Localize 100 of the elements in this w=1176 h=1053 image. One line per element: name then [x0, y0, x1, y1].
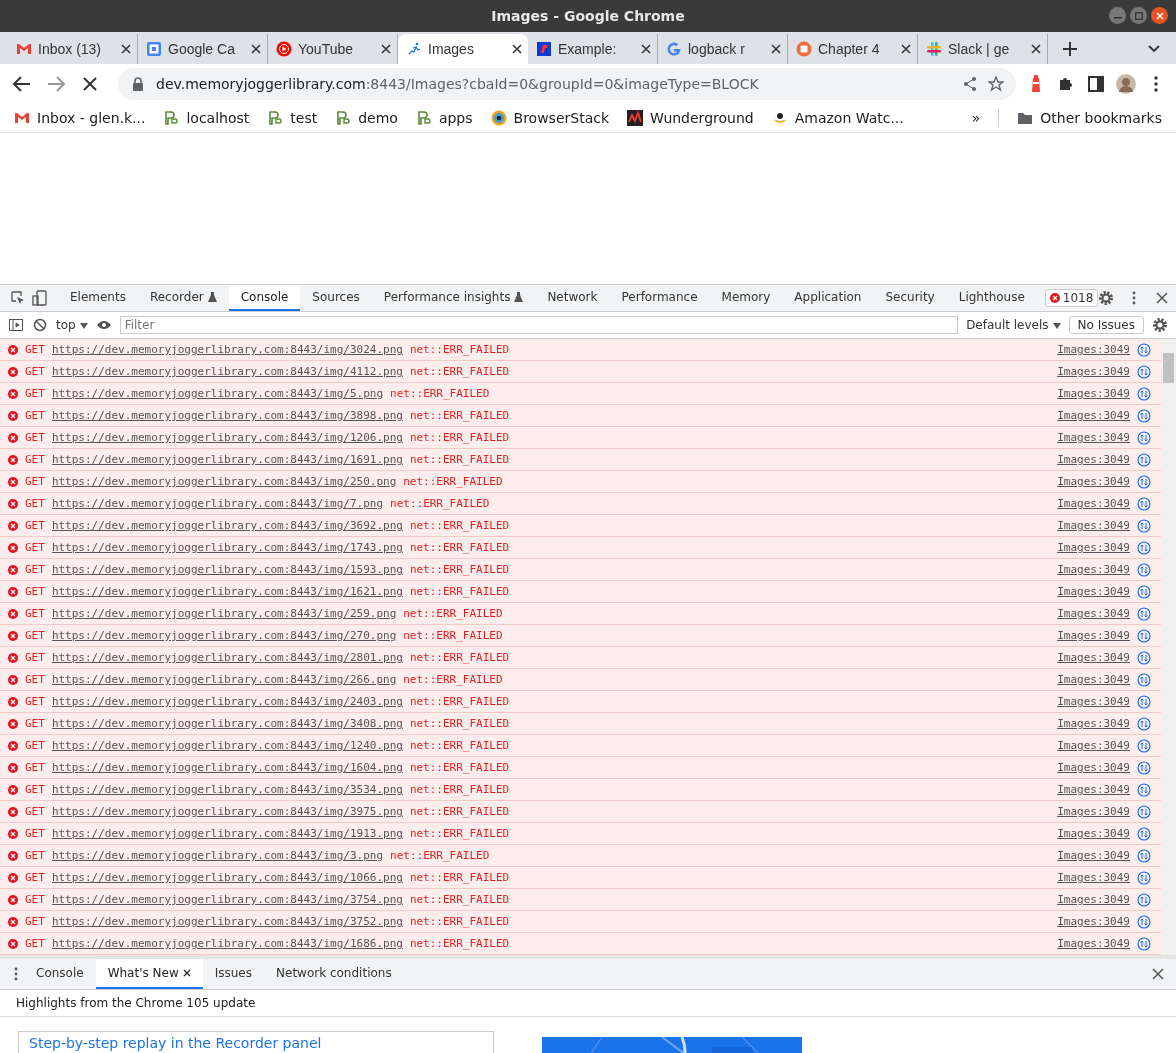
network-request-icon[interactable] [1137, 870, 1151, 885]
request-url[interactable]: https://dev.memoryjoggerlibrary.com:8443/img/3534.png [51, 783, 403, 796]
bookmark[interactable]: Wunderground [627, 110, 754, 126]
network-request-icon[interactable] [1137, 430, 1151, 445]
inspect-icon[interactable] [10, 290, 26, 306]
network-request-icon[interactable] [1137, 672, 1151, 687]
bookmark[interactable]: BrowserStack [490, 110, 610, 126]
source-link[interactable]: Images:3049 [1057, 563, 1130, 576]
maximize-icon[interactable] [1134, 11, 1143, 20]
bookmark-label[interactable]: apps [438, 110, 473, 126]
request-url[interactable]: https://dev.memoryjoggerlibrary.com:8443/img/3692.png [51, 519, 403, 532]
drawer-tab[interactable]: Issues [202, 959, 264, 989]
bookmark-label[interactable]: BrowserStack [513, 110, 610, 126]
devtools-tab[interactable]: Lighthouse [946, 285, 1037, 311]
browser-tab[interactable]: Slack | ge [918, 34, 1048, 64]
request-url[interactable]: https://dev.memoryjoggerlibrary.com:8443/img/1604.png [51, 761, 403, 774]
request-url[interactable]: https://dev.memoryjoggerlibrary.com:8443/img/3752.png [51, 915, 403, 928]
source-link[interactable]: Images:3049 [1057, 695, 1130, 708]
network-request-icon[interactable] [1137, 628, 1151, 643]
request-url[interactable]: https://dev.memoryjoggerlibrary.com:8443/img/4112.png [51, 365, 403, 378]
devtools-tab[interactable]: Performance insights [371, 285, 536, 311]
devtools-tab[interactable]: Console [228, 285, 301, 311]
request-url[interactable]: https://dev.memoryjoggerlibrary.com:8443/img/3754.png [51, 893, 403, 906]
bookmark[interactable]: apps [415, 110, 473, 126]
source-link[interactable]: Images:3049 [1057, 827, 1130, 840]
source-link[interactable]: Images:3049 [1057, 761, 1130, 774]
source-link[interactable]: Images:3049 [1057, 431, 1130, 444]
source-link[interactable]: Images:3049 [1057, 629, 1130, 642]
address-bar[interactable]: dev.memoryjoggerlibrary.com:8443/Images?cbaId=0&groupId=0&imageType=BLOCK [118, 68, 1016, 100]
close-icon[interactable] [251, 44, 261, 54]
network-request-icon[interactable] [1137, 936, 1151, 951]
bookmark[interactable]: localhost [163, 110, 250, 126]
network-request-icon[interactable] [1137, 804, 1151, 819]
settings-icon[interactable] [1152, 317, 1168, 333]
devtools-tab[interactable]: Sources [300, 285, 372, 311]
request-url[interactable]: https://dev.memoryjoggerlibrary.com:8443/img/1593.png [51, 563, 403, 576]
network-request-icon[interactable] [1137, 474, 1151, 489]
source-link[interactable]: Images:3049 [1057, 673, 1130, 686]
other-bookmarks-label[interactable]: Other bookmarks [1040, 110, 1162, 126]
network-request-icon[interactable] [1137, 364, 1151, 379]
request-url[interactable]: https://dev.memoryjoggerlibrary.com:8443/img/2403.png [51, 695, 403, 708]
browser-tab[interactable]: YouTube [268, 34, 398, 64]
source-link[interactable]: Images:3049 [1057, 871, 1130, 884]
levels-dropdown[interactable]: Default levels [966, 318, 1061, 332]
request-url[interactable]: https://dev.memoryjoggerlibrary.com:8443/img/270.png [51, 629, 397, 642]
bookmark[interactable]: Amazon Watc... [771, 110, 904, 126]
network-request-icon[interactable] [1137, 826, 1151, 841]
close-icon[interactable] [1154, 290, 1171, 306]
close-icon[interactable] [771, 44, 781, 54]
devtools-tab[interactable]: Security [873, 285, 947, 311]
scrollbar[interactable] [1161, 339, 1176, 955]
source-link[interactable]: Images:3049 [1057, 387, 1130, 400]
network-request-icon[interactable] [1137, 738, 1151, 753]
source-link[interactable]: Images:3049 [1057, 475, 1130, 488]
close-icon[interactable] [901, 44, 911, 54]
devtools-tab[interactable]: Network [535, 285, 610, 311]
devtools-tab[interactable]: Memory [709, 285, 783, 311]
chevron-icon[interactable] [1148, 45, 1160, 53]
network-request-icon[interactable] [1137, 914, 1151, 929]
avatar-icon[interactable] [1116, 74, 1136, 94]
context-dropdown[interactable]: top [56, 318, 88, 332]
request-url[interactable]: https://dev.memoryjoggerlibrary.com:8443/img/3408.png [51, 717, 403, 730]
request-url[interactable]: https://dev.memoryjoggerlibrary.com:8443/img/250.png [51, 475, 397, 488]
close-icon[interactable] [1031, 44, 1041, 54]
request-url[interactable]: https://dev.memoryjoggerlibrary.com:8443/img/1621.png [51, 585, 403, 598]
browser-tab[interactable]: Example: [528, 34, 658, 64]
source-link[interactable]: Images:3049 [1057, 607, 1130, 620]
close-icon[interactable] [121, 44, 131, 54]
request-url[interactable]: https://dev.memoryjoggerlibrary.com:8443/img/1913.png [51, 827, 403, 840]
network-request-icon[interactable] [1137, 584, 1151, 599]
share-icon[interactable] [962, 76, 978, 92]
request-url[interactable]: https://dev.memoryjoggerlibrary.com:8443/img/1743.png [51, 541, 403, 554]
other-bookmarks[interactable]: Other bookmarks [1017, 110, 1162, 126]
network-request-icon[interactable] [1137, 694, 1151, 709]
source-link[interactable]: Images:3049 [1057, 937, 1130, 950]
request-url[interactable]: https://dev.memoryjoggerlibrary.com:8443/img/7.png [51, 497, 383, 510]
bookmark-label[interactable]: Wunderground [650, 110, 754, 126]
error-count-badge[interactable]: 1018 [1044, 289, 1099, 307]
request-url[interactable]: https://dev.memoryjoggerlibrary.com:8443/img/2801.png [51, 651, 403, 664]
close-icon[interactable] [381, 44, 391, 54]
source-link[interactable]: Images:3049 [1057, 585, 1130, 598]
bookmark-label[interactable]: localhost [186, 110, 250, 126]
network-request-icon[interactable] [1137, 562, 1151, 577]
bookmark[interactable]: Inbox - glen.k... [14, 110, 146, 126]
drawer-tab[interactable]: Console [24, 959, 96, 989]
bookmark[interactable]: demo [335, 110, 398, 126]
close-icon[interactable] [182, 969, 191, 977]
close-icon[interactable] [1150, 966, 1166, 982]
network-request-icon[interactable] [1137, 540, 1151, 555]
bookmark-label[interactable]: Amazon Watc... [794, 110, 904, 126]
network-request-icon[interactable] [1137, 386, 1151, 401]
drawer-tab[interactable]: Network conditions [264, 959, 404, 989]
request-url[interactable]: https://dev.memoryjoggerlibrary.com:8443/img/3898.png [51, 409, 403, 422]
network-request-icon[interactable] [1137, 496, 1151, 511]
minimize-button[interactable] [1109, 7, 1126, 24]
network-request-icon[interactable] [1137, 342, 1151, 357]
star-icon[interactable] [988, 76, 1004, 92]
request-url[interactable]: https://dev.memoryjoggerlibrary.com:8443/img/3975.png [51, 805, 403, 818]
network-request-icon[interactable] [1137, 848, 1151, 863]
filter-field[interactable]: Filter [119, 316, 959, 334]
